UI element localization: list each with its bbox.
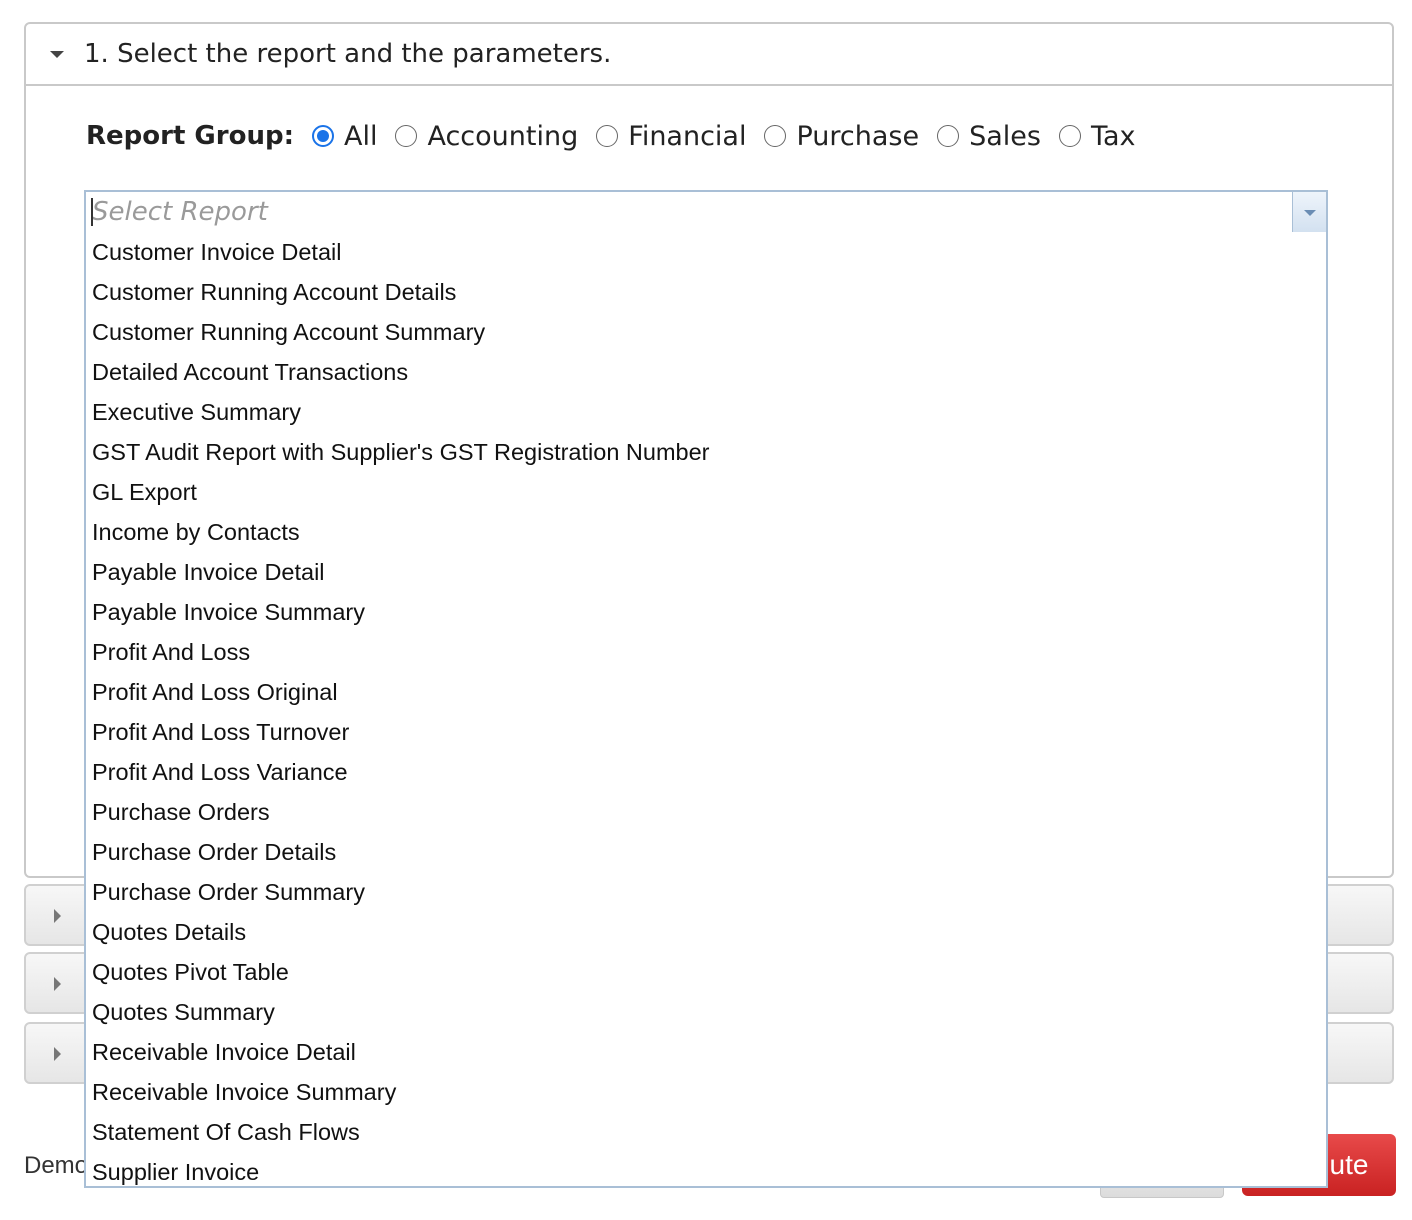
radio-option-financial[interactable]: Financial — [596, 121, 746, 152]
radio-label-financial: Financial — [628, 120, 747, 152]
report-group-row: Report Group: All Accounting Financial P… — [86, 116, 1154, 156]
dropdown-item[interactable]: Payable Invoice Detail — [86, 552, 1326, 592]
radio-label-accounting: Accounting — [427, 120, 579, 152]
dropdown-item[interactable]: Supplier Invoice — [86, 1152, 1326, 1192]
section-1-title: 1. Select the report and the parameters. — [84, 39, 612, 69]
dropdown-item[interactable]: Quotes Pivot Table — [86, 952, 1326, 992]
text-cursor — [91, 198, 93, 226]
dropdown-item[interactable]: Profit And Loss Turnover — [86, 712, 1326, 752]
radio-label-tax: Tax — [1090, 120, 1136, 152]
radio-label-purchase: Purchase — [796, 120, 920, 152]
dropdown-item[interactable]: Purchase Orders — [86, 792, 1326, 832]
report-select-input[interactable] — [88, 192, 1288, 232]
caret-down-icon — [50, 50, 64, 58]
dropdown-item[interactable]: Receivable Invoice Summary — [86, 1072, 1326, 1112]
radio-accounting[interactable] — [395, 125, 418, 147]
radio-label-sales: Sales — [969, 120, 1041, 152]
dropdown-item[interactable]: Statement Of Cash Flows — [86, 1112, 1326, 1152]
dropdown-item[interactable]: GST Audit Report with Supplier's GST Reg… — [86, 432, 1326, 472]
radio-option-all[interactable]: All — [311, 120, 378, 152]
footer-demo-text: Demo — [24, 1152, 89, 1179]
section-1-header[interactable]: 1. Select the report and the parameters. — [26, 24, 1392, 86]
dropdown-item[interactable]: Executive Summary — [86, 392, 1326, 432]
dropdown-item[interactable]: Receivable Invoice Detail — [86, 1032, 1326, 1072]
dropdown-item[interactable]: Customer Running Account Details — [86, 272, 1326, 312]
caret-right-icon — [54, 1047, 61, 1061]
radio-option-tax[interactable]: Tax — [1058, 120, 1136, 152]
radio-financial[interactable] — [596, 125, 619, 147]
radio-label-all: All — [343, 120, 378, 152]
dropdown-item[interactable]: GL Export — [86, 472, 1326, 512]
report-dropdown-list: Customer Invoice Detail Customer Running … — [84, 232, 1328, 1188]
dropdown-item[interactable]: Purchase Order Details — [86, 832, 1326, 872]
radio-tax[interactable] — [1058, 125, 1081, 147]
radio-option-accounting[interactable]: Accounting — [395, 121, 578, 152]
chevron-down-icon — [1304, 210, 1316, 216]
dropdown-trigger[interactable] — [1292, 192, 1326, 232]
dropdown-item[interactable]: Quotes Summary — [86, 992, 1326, 1032]
dropdown-item[interactable]: Profit And Loss — [86, 632, 1326, 672]
dropdown-item[interactable]: Customer Invoice Detail — [86, 232, 1326, 272]
dropdown-item[interactable]: Quotes Details — [86, 912, 1326, 952]
dropdown-item[interactable]: Customer Running Account Summary — [86, 312, 1326, 352]
dropdown-item[interactable]: Detailed Account Transactions — [86, 352, 1326, 392]
caret-right-icon — [54, 977, 61, 991]
dropdown-item[interactable]: Profit And Loss Variance — [86, 752, 1326, 792]
dropdown-item[interactable]: Income by Contacts — [86, 512, 1326, 552]
radio-purchase[interactable] — [764, 125, 787, 147]
dropdown-item[interactable]: Payable Invoice Summary — [86, 592, 1326, 632]
execute-button-label: ute — [1329, 1149, 1369, 1180]
radio-all[interactable] — [311, 125, 334, 147]
radio-option-purchase[interactable]: Purchase — [764, 121, 919, 152]
caret-right-icon — [54, 909, 61, 923]
report-select-combo[interactable] — [84, 190, 1328, 234]
radio-option-sales[interactable]: Sales — [937, 121, 1041, 152]
report-group-label: Report Group: — [86, 121, 294, 151]
radio-sales[interactable] — [937, 125, 960, 147]
dropdown-item[interactable]: Purchase Order Summary — [86, 872, 1326, 912]
dropdown-item[interactable]: Profit And Loss Original — [86, 672, 1326, 712]
